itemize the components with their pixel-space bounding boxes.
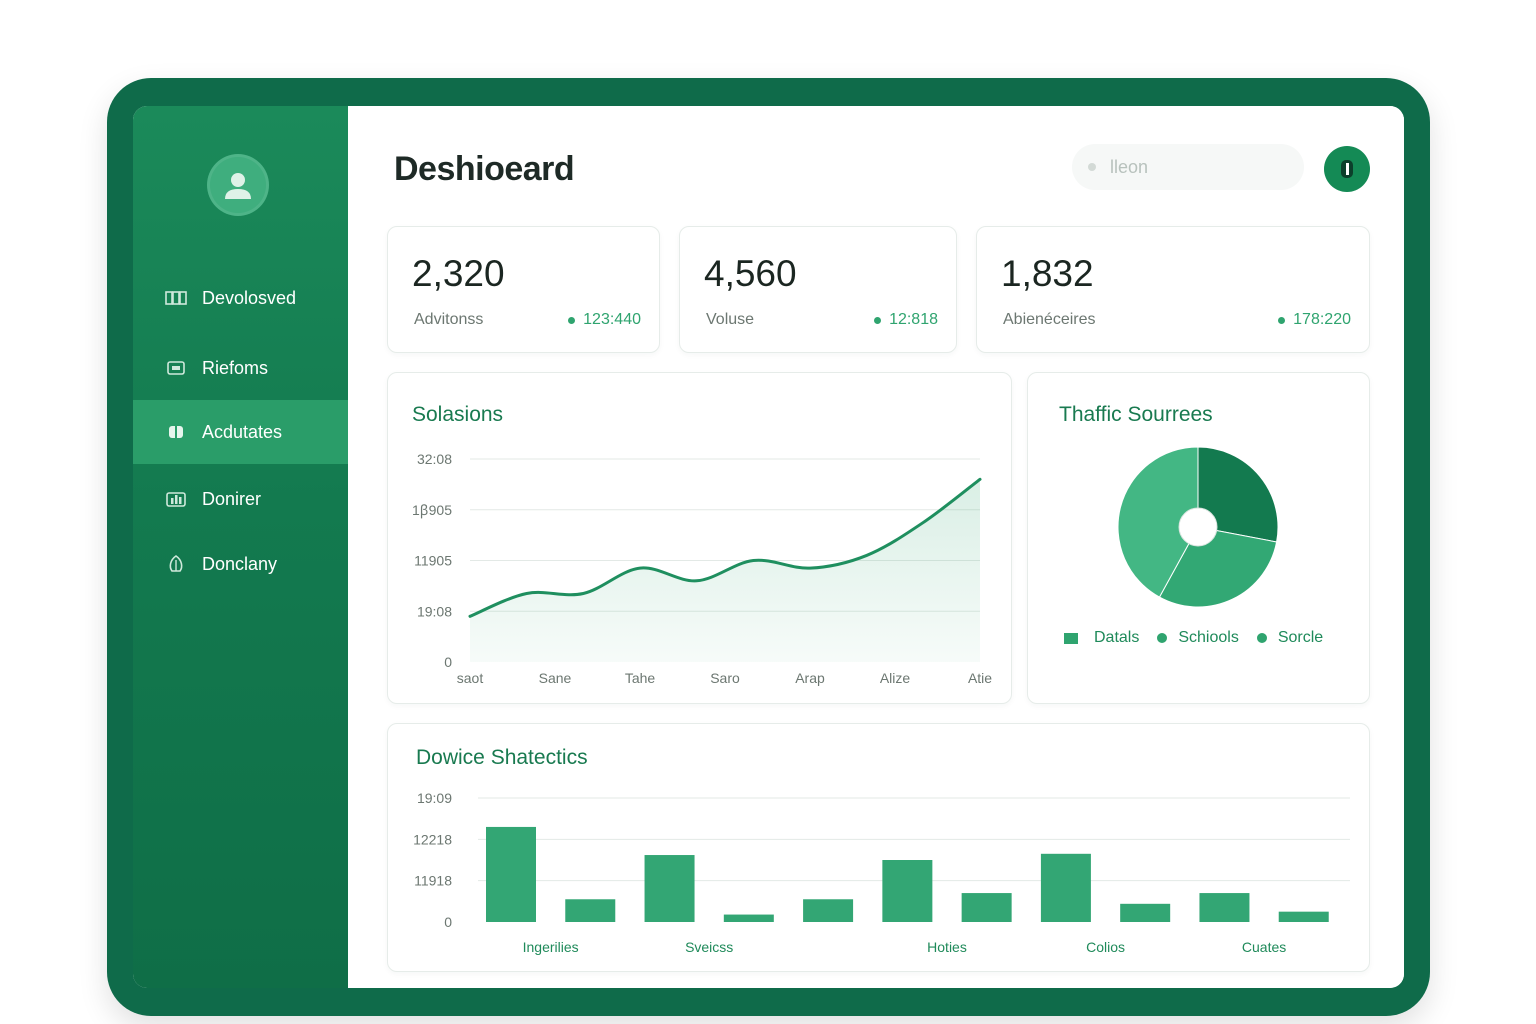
- stat-label: Abienéceires: [1003, 311, 1096, 328]
- search-box[interactable]: [1072, 144, 1304, 190]
- search-icon: [1088, 163, 1096, 171]
- profile-button[interactable]: [1324, 146, 1370, 192]
- leaf-icon: [165, 555, 187, 573]
- bar: [644, 855, 695, 922]
- bar: [486, 826, 536, 922]
- user-icon: [225, 173, 251, 199]
- bar: [1199, 893, 1250, 922]
- stat-card[interactable]: 2,320 Advitonss 123:440: [387, 226, 660, 353]
- sidebar-item-label: Acdutates: [202, 421, 283, 442]
- y-tick-label: 11918: [414, 873, 452, 889]
- y-tick-label: 11905: [414, 553, 452, 569]
- main-content: Deshioeard 2,320 Advitonss 123:440 4,560…: [348, 106, 1404, 988]
- x-tick-label: Ingerilies: [523, 939, 579, 955]
- stat-card[interactable]: 4,560 Voluse 12:818: [679, 226, 957, 353]
- page-title: Deshioeard: [394, 150, 575, 188]
- sidebar-item-donirer[interactable]: Donirer: [133, 467, 348, 531]
- x-tick-label: Alize: [880, 670, 911, 686]
- legend-item[interactable]: Schiools: [1157, 629, 1239, 647]
- y-tick-label: 12218: [413, 831, 452, 847]
- sidebar-item-riefoms[interactable]: Riefoms: [133, 336, 348, 400]
- sidebar-item-label: Riefoms: [202, 357, 269, 378]
- columns-icon: [165, 289, 187, 307]
- stat-delta-value: 123:440: [583, 311, 641, 328]
- line-chart: 32:08 1ꞵ905 11905 19:08 0 saot Sane Tahe Saro Ara…: [412, 451, 992, 686]
- x-tick-label: Atie: [968, 670, 992, 686]
- bar: [882, 860, 933, 922]
- bar-chart-card: Dowice Shatectics 19:09 12218 11918 0 Ingeri…: [387, 723, 1370, 972]
- x-tick-label: Colios: [1086, 939, 1125, 955]
- stat-value: 1,832: [1001, 253, 1094, 294]
- legend-item[interactable]: Sorcle: [1256, 629, 1324, 647]
- pie-center: [1178, 507, 1218, 547]
- sidebar-item-donclany[interactable]: Donclany: [133, 532, 348, 596]
- x-tick-label: saot: [457, 670, 484, 686]
- x-tick-label: Sveicss: [685, 939, 733, 955]
- y-tick-label: 32:08: [417, 451, 452, 467]
- tag-icon: [165, 423, 187, 441]
- info-icon: [1341, 160, 1353, 178]
- pie-chart-card: Thaffic Sourrees Datals Schiools Sorcle: [1027, 372, 1370, 704]
- status-dot-icon: [568, 316, 576, 324]
- sidebar-item-label: Donclany: [202, 553, 278, 574]
- stat-value: 4,560: [704, 253, 797, 294]
- sidebar: Devolosved Riefoms Acdutates Donirer Don…: [133, 106, 348, 988]
- bar: [803, 899, 854, 922]
- legend-label: Datals: [1094, 629, 1140, 646]
- y-tick-label: 19:08: [417, 603, 452, 619]
- stat-delta: 123:440: [568, 311, 641, 329]
- bar: [723, 914, 774, 922]
- sidebar-item-label: Donirer: [202, 488, 262, 509]
- sidebar-item-devolosved[interactable]: Devolosved: [133, 266, 348, 330]
- status-dot-icon: [1278, 316, 1286, 324]
- line-chart-card: Solasions 32:08 1ꞵ905 11905 19:08 0 saot Sane T…: [387, 372, 1012, 704]
- bar-chart-icon: [165, 490, 187, 508]
- x-tick-label: Sane: [539, 670, 572, 686]
- x-tick-label: Cuates: [1242, 939, 1286, 955]
- x-tick-label: Tahe: [625, 670, 656, 686]
- bar: [961, 893, 1012, 922]
- x-tick-label: Saro: [710, 670, 740, 686]
- status-dot-icon: [874, 316, 882, 324]
- legend-square-icon: [1064, 632, 1078, 644]
- device-frame: Devolosved Riefoms Acdutates Donirer Don…: [107, 78, 1430, 1016]
- sidebar-item-label: Devolosved: [202, 287, 297, 308]
- x-tick-label: Hoties: [927, 939, 967, 955]
- stat-delta-value: 178:220: [1293, 311, 1351, 328]
- stat-value: 2,320: [412, 253, 505, 294]
- legend-dot-icon: [1256, 633, 1267, 643]
- legend-label: Schiools: [1178, 629, 1239, 646]
- legend-label: Sorcle: [1277, 629, 1324, 646]
- stat-label: Advitonss: [414, 311, 484, 328]
- y-tick-label: 19:09: [417, 790, 452, 806]
- stat-label: Voluse: [706, 311, 755, 328]
- bar: [565, 899, 616, 922]
- y-tick-label: 0: [444, 654, 452, 670]
- sidebar-item-acdutates[interactable]: Acdutates: [133, 400, 348, 464]
- x-tick-label: Arap: [795, 670, 825, 686]
- stat-delta: 12:818: [874, 311, 938, 329]
- avatar[interactable]: [207, 154, 269, 216]
- search-input[interactable]: [1110, 156, 1270, 178]
- chart-legend: Datals Schiools Sorcle: [1064, 629, 1341, 647]
- stat-delta: 178:220: [1278, 311, 1351, 329]
- stat-card[interactable]: 1,832 Abienéceires 178:220: [976, 226, 1370, 353]
- bar: [1278, 911, 1329, 922]
- y-tick-label: 0: [444, 914, 452, 930]
- bar: [1120, 903, 1171, 922]
- pie-chart: [1117, 446, 1279, 608]
- legend-dot-icon: [1157, 633, 1168, 643]
- stat-delta-value: 12:818: [889, 311, 938, 328]
- bar: [1040, 853, 1091, 922]
- y-tick-label: 1ꞵ905: [412, 502, 452, 519]
- legend-item[interactable]: Datals: [1064, 629, 1139, 647]
- bar-chart: 19:09 12218 11918 0 Ingerilies Sveicss Hoties C…: [413, 790, 1350, 955]
- app-screen: Devolosved Riefoms Acdutates Donirer Don…: [133, 106, 1404, 988]
- folder-icon: [165, 359, 187, 377]
